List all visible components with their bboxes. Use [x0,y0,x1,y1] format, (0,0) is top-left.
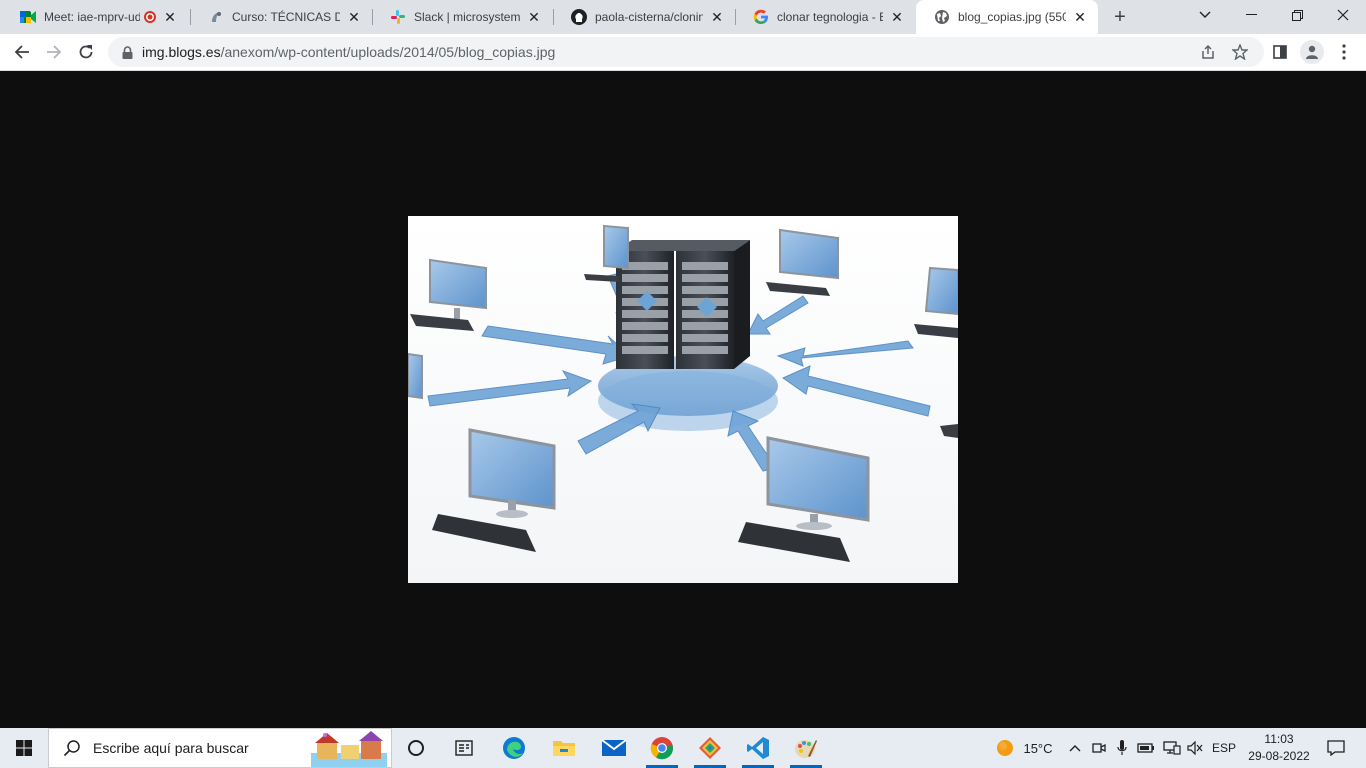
tab-strip: Meet: iae-mprv-ud ✕ Curso: TÉCNICAS DE P… [0,0,1366,34]
url-path: /anexom/wp-content/uploads/2014/05/blog_… [220,44,556,60]
taskbar-clock[interactable]: 11:03 29-08-2022 [1244,731,1314,765]
tab-search-icon[interactable] [1182,0,1228,30]
globe-icon [934,9,950,25]
taskbar-search-box[interactable]: Escribe aquí para buscar [48,728,392,768]
tab-title: Meet: iae-mprv-ud [44,10,140,24]
google-meet-icon [20,9,36,25]
input-language-indicator[interactable]: ESP [1208,728,1240,768]
show-hidden-icons-icon[interactable] [1064,728,1086,768]
network-icon[interactable] [1160,728,1184,768]
close-window-icon[interactable] [1320,0,1366,30]
chrome-icon[interactable] [638,728,686,768]
displayed-image[interactable] [408,216,958,583]
tab-title: paola-cisterna/cloning [595,10,703,24]
volume-muted-icon[interactable] [1184,728,1206,768]
new-tab-button[interactable]: + [1108,5,1132,29]
battery-icon[interactable] [1134,728,1158,768]
weather-sun-icon [997,740,1014,756]
profile-avatar-icon[interactable] [1300,40,1324,64]
task-view-icon[interactable] [392,728,440,768]
tab-slack[interactable]: Slack | microsystem-g ✕ [372,0,552,34]
restore-icon[interactable] [1274,0,1320,30]
close-tab-icon[interactable]: ✕ [709,9,725,25]
close-tab-icon[interactable]: ✕ [346,9,362,25]
url-domain: img.blogs.es [142,44,221,60]
widgets-icon[interactable] [440,728,488,768]
github-icon [571,9,587,25]
edge-icon[interactable] [490,728,538,768]
microphone-icon[interactable] [1112,728,1132,768]
search-icon [63,740,80,757]
google-icon [753,9,769,25]
close-tab-icon[interactable]: ✕ [162,9,178,25]
bookmark-star-icon[interactable] [1230,42,1250,62]
search-highlight-illustration-icon [311,731,387,767]
weather-temp: 15°C [1023,740,1053,756]
minimize-icon[interactable] [1228,0,1274,30]
reload-icon[interactable] [72,38,100,66]
address-bar[interactable]: img.blogs.es/anexom/wp-content/uploads/2… [108,37,1264,67]
browser-toolbar: img.blogs.es/anexom/wp-content/uploads/2… [0,34,1366,71]
search-placeholder: Escribe aquí para buscar [93,740,249,756]
forward-icon[interactable] [40,38,68,66]
lock-icon[interactable] [120,45,134,59]
start-button[interactable] [0,728,48,768]
paint-icon[interactable] [782,728,830,768]
image-viewer [0,71,1366,728]
slack-icon [390,9,406,25]
clock-date: 29-08-2022 [1248,749,1310,763]
tab-github[interactable]: paola-cisterna/cloning ✕ [553,0,735,34]
file-explorer-icon[interactable] [540,728,588,768]
menu-kebab-icon[interactable] [1332,40,1356,64]
url-text: img.blogs.es/anexom/wp-content/uploads/2… [142,44,555,60]
tab-blog-copias[interactable]: blog_copias.jpg (550× ✕ [916,0,1098,34]
language-label: ESP [1211,741,1236,755]
tab-title: blog_copias.jpg (550× [958,10,1066,24]
side-panel-icon[interactable] [1268,40,1292,64]
tab-title: clonar tegnologia - Bú [777,10,883,24]
windows-logo-icon [16,740,32,756]
vscode-icon[interactable] [734,728,782,768]
tab-curso[interactable]: Curso: TÉCNICAS DE P ✕ [190,0,372,34]
close-tab-icon[interactable]: ✕ [889,9,905,25]
tab-google-search[interactable]: clonar tegnologia - Bú ✕ [735,0,915,34]
git-icon[interactable] [686,728,734,768]
back-icon[interactable] [8,38,36,66]
notification-center-icon[interactable] [1318,728,1354,768]
moodle-icon [208,9,224,25]
mail-icon[interactable] [590,728,638,768]
close-tab-icon[interactable]: ✕ [526,9,542,25]
recording-indicator-icon [144,11,156,23]
meet-camera-icon[interactable] [1088,728,1110,768]
close-tab-icon[interactable]: ✕ [1072,9,1088,25]
share-icon[interactable] [1198,42,1218,62]
weather-widget[interactable]: 15°C [990,728,1058,768]
clock-time: 11:03 [1264,732,1294,746]
tab-title: Slack | microsystem-g [414,10,520,24]
tab-title: Curso: TÉCNICAS DE P [232,10,340,24]
windows-taskbar: Escribe aquí para buscar 15°C ESP 11:03 … [0,728,1366,768]
tab-meet[interactable]: Meet: iae-mprv-ud ✕ [2,0,188,34]
